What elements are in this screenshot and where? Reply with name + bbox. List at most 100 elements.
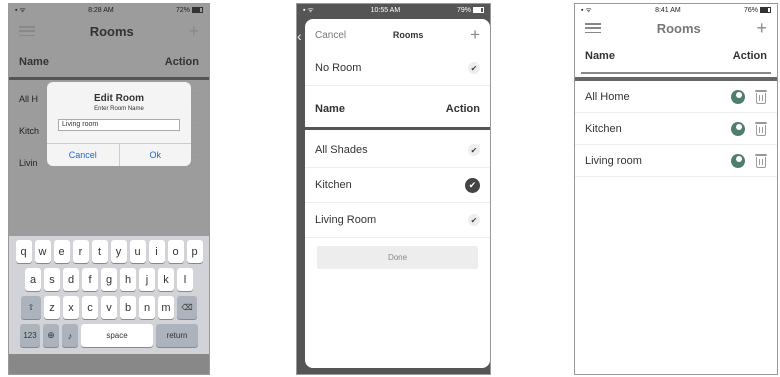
edit-room-icon[interactable] [731, 153, 745, 168]
action-column-header: Action [164, 55, 199, 68]
check-icon: ✔ [468, 214, 480, 226]
action-column-header: Action [445, 102, 480, 115]
option-label: Kitchen [315, 179, 352, 191]
key-l[interactable]: l [177, 268, 193, 291]
name-column-header: Name [315, 102, 345, 115]
room-name: Kitch [19, 126, 40, 136]
key-t[interactable]: t [91, 240, 108, 263]
done-button[interactable]: Done [317, 246, 478, 269]
battery-icon [472, 6, 484, 13]
check-icon: ✔ [468, 144, 480, 156]
trash-icon[interactable] [755, 153, 767, 168]
signal-icon: ▪ ᯤ [581, 6, 592, 14]
check-selected-icon: ✔ [465, 177, 480, 193]
return-key[interactable]: return [156, 324, 198, 347]
status-bar: ▪ ᯤ 8:41 AM 76% [575, 4, 777, 16]
cancel-button[interactable]: Cancel [315, 30, 346, 41]
numbers-key[interactable]: 123 [20, 324, 40, 347]
list-item[interactable]: Living Room ✔ [305, 203, 490, 238]
edit-room-dialog: Edit Room Enter Room Name Living room Ca… [47, 82, 191, 166]
nav-bar: Rooms + [575, 16, 777, 40]
key-a[interactable]: a [25, 268, 41, 291]
key-j[interactable]: j [139, 268, 155, 291]
key-z[interactable]: z [44, 296, 60, 319]
trash-icon[interactable] [755, 121, 767, 136]
phone-screen-edit-room: ▪ ᯤ 8:28 AM 72% Rooms + Name Action All … [8, 3, 210, 375]
list-item[interactable]: Living room [575, 145, 777, 177]
key-q[interactable]: q [15, 240, 32, 263]
edit-room-icon[interactable] [731, 121, 745, 136]
list-item[interactable]: Kitchen ✔ [305, 168, 490, 203]
key-h[interactable]: h [120, 268, 136, 291]
signal-icon: ▪ ᯤ [303, 6, 314, 14]
room-name: All H [19, 94, 39, 104]
key-x[interactable]: x [63, 296, 79, 319]
room-name: Livin [19, 158, 38, 168]
key-k[interactable]: k [158, 268, 174, 291]
key-g[interactable]: g [101, 268, 117, 291]
mic-icon[interactable]: ♪ [62, 324, 78, 347]
phone-screen-rooms-list: ▪ ᯤ 8:41 AM 76% Rooms + Name Action All … [574, 3, 778, 375]
room-name: Living room [585, 154, 642, 167]
menu-icon[interactable] [19, 26, 35, 36]
key-c[interactable]: c [82, 296, 98, 319]
key-v[interactable]: v [101, 296, 117, 319]
key-n[interactable]: n [139, 296, 155, 319]
status-time: 8:41 AM [655, 6, 681, 14]
list-item[interactable]: All Home [575, 81, 777, 113]
table-header: Name Action [9, 46, 209, 80]
ok-button[interactable]: Ok [118, 144, 192, 166]
back-chevron-icon[interactable]: ‹ [297, 28, 302, 44]
room-picker-sheet: Cancel Rooms + No Room ✔ Name Action All… [305, 19, 490, 368]
key-w[interactable]: w [34, 240, 51, 263]
keyboard: q w e r t y u i o p a s d f g h j k l ⇧ … [9, 236, 209, 354]
add-icon[interactable]: + [470, 25, 480, 45]
delete-icon[interactable]: ⌫ [177, 296, 197, 319]
sheet-title: Rooms [392, 30, 424, 40]
key-y[interactable]: y [110, 240, 127, 263]
battery-percent: 76% [743, 6, 758, 14]
key-p[interactable]: p [186, 240, 203, 263]
globe-icon[interactable]: ⊕ [43, 324, 59, 347]
key-b[interactable]: b [120, 296, 136, 319]
key-o[interactable]: o [167, 240, 184, 263]
status-time: 10:55 AM [370, 6, 401, 14]
edit-room-icon[interactable] [731, 89, 745, 104]
name-column-header: Name [585, 50, 615, 62]
key-e[interactable]: e [53, 240, 70, 263]
key-m[interactable]: m [158, 296, 174, 319]
key-d[interactable]: d [63, 268, 79, 291]
room-name: All Home [585, 90, 630, 103]
sheet-nav: Cancel Rooms + [305, 19, 490, 51]
name-column-header: Name [19, 55, 49, 68]
action-column-header: Action [732, 50, 767, 62]
room-name-input[interactable]: Living room [58, 119, 180, 131]
nav-bar: Rooms + [9, 16, 209, 46]
shift-icon[interactable]: ⇧ [21, 296, 41, 319]
battery-percent: 79% [456, 6, 471, 14]
battery-icon [760, 6, 771, 13]
page-title: Rooms [656, 20, 701, 36]
add-icon[interactable]: + [188, 22, 199, 40]
space-key[interactable]: space [81, 324, 153, 347]
cancel-button[interactable]: Cancel [47, 144, 119, 166]
dialog-title: Edit Room [94, 93, 144, 104]
room-name: Kitchen [585, 122, 622, 135]
trash-icon[interactable] [755, 89, 767, 104]
check-icon: ✔ [468, 62, 480, 74]
table-header: Name Action [305, 90, 490, 130]
add-icon[interactable]: + [756, 19, 767, 37]
key-f[interactable]: f [82, 268, 98, 291]
list-item[interactable]: Kitchen [575, 113, 777, 145]
page-title: Rooms [89, 23, 134, 39]
key-s[interactable]: s [44, 268, 60, 291]
key-r[interactable]: r [72, 240, 89, 263]
key-i[interactable]: i [148, 240, 165, 263]
no-room-option[interactable]: No Room ✔ [305, 51, 490, 86]
list-item[interactable]: All Shades ✔ [305, 133, 490, 168]
option-label: Living Room [315, 214, 377, 226]
status-bar: ▪ ᯤ 8:28 AM 72% [9, 4, 209, 16]
key-u[interactable]: u [129, 240, 146, 263]
menu-icon[interactable] [585, 23, 601, 33]
battery-percent: 72% [175, 6, 190, 14]
